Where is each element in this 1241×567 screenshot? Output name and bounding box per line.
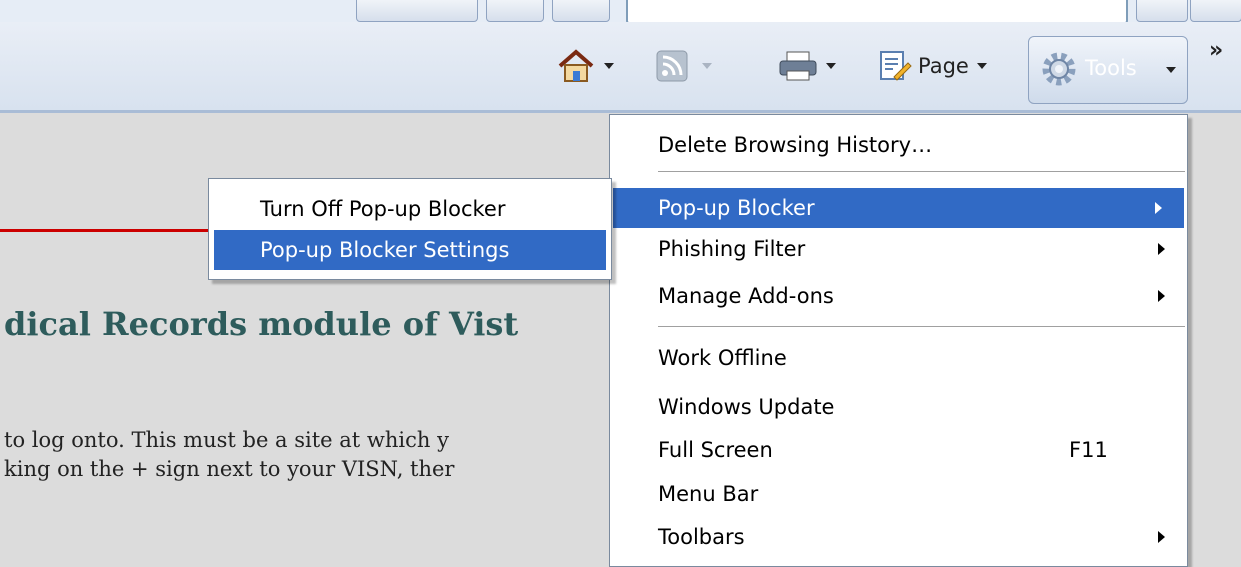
search-options-button[interactable] bbox=[1190, 0, 1241, 22]
menu-item-toolbars[interactable]: Toolbars bbox=[610, 517, 1187, 557]
tools-dropdown-menu: Delete Browsing History… Pop-up Blocker … bbox=[609, 114, 1188, 567]
search-button[interactable] bbox=[1136, 0, 1188, 22]
address-toolbar-strip bbox=[0, 0, 1241, 24]
menu-item-full-screen[interactable]: Full Screen F11 bbox=[610, 430, 1187, 470]
submenu-arrow-icon bbox=[1158, 290, 1165, 302]
submenu-arrow-icon bbox=[1155, 202, 1162, 214]
compat-buttons[interactable] bbox=[356, 0, 478, 22]
menu-separator bbox=[658, 326, 1185, 328]
submenu-arrow-icon bbox=[1158, 531, 1165, 543]
refresh-button[interactable] bbox=[486, 0, 544, 22]
search-box[interactable] bbox=[626, 0, 1128, 24]
stop-button[interactable] bbox=[552, 0, 610, 22]
page-rule bbox=[0, 229, 210, 232]
submenu-item-turn-off-popup-blocker[interactable]: Turn Off Pop-up Blocker bbox=[209, 189, 611, 229]
body-text-line-2: king on the + sign next to your VISN, th… bbox=[4, 457, 455, 481]
body-text-line-1: to log onto. This must be a site at whic… bbox=[4, 428, 449, 452]
page-heading: dical Records module of Vist bbox=[4, 305, 519, 343]
menu-item-menu-bar[interactable]: Menu Bar bbox=[610, 474, 1187, 514]
submenu-item-popup-blocker-settings[interactable]: Pop-up Blocker Settings bbox=[214, 230, 606, 270]
page-label: Page bbox=[918, 54, 969, 78]
tools-menu-button[interactable]: Tools bbox=[1028, 36, 1188, 104]
page-menu-button[interactable]: Page bbox=[878, 50, 987, 82]
command-bar: Page Tools » bbox=[0, 22, 1241, 113]
submenu-arrow-icon bbox=[1158, 243, 1165, 255]
toolbar-overflow-chevron[interactable]: » bbox=[1209, 38, 1223, 63]
menu-separator bbox=[658, 171, 1185, 173]
print-icon bbox=[779, 51, 817, 81]
home-button[interactable] bbox=[556, 48, 614, 84]
popup-blocker-submenu: Turn Off Pop-up Blocker Pop-up Blocker S… bbox=[208, 178, 612, 280]
menu-item-manage-addons[interactable]: Manage Add-ons bbox=[610, 276, 1187, 316]
tools-label: Tools bbox=[1085, 56, 1137, 80]
gear-icon bbox=[1042, 52, 1076, 86]
menu-item-work-offline[interactable]: Work Offline bbox=[610, 338, 1187, 378]
menu-item-phishing-filter[interactable]: Phishing Filter bbox=[610, 229, 1187, 269]
home-icon bbox=[558, 49, 594, 82]
page-icon bbox=[880, 51, 912, 81]
shortcut-label: F11 bbox=[1069, 438, 1108, 462]
menu-item-delete-browsing-history[interactable]: Delete Browsing History… bbox=[610, 125, 1187, 165]
menu-item-windows-update[interactable]: Windows Update bbox=[610, 387, 1187, 427]
feeds-icon bbox=[656, 50, 688, 82]
menu-item-popup-blocker[interactable]: Pop-up Blocker bbox=[613, 188, 1184, 228]
print-button[interactable] bbox=[778, 50, 836, 82]
feeds-button[interactable] bbox=[656, 50, 712, 82]
